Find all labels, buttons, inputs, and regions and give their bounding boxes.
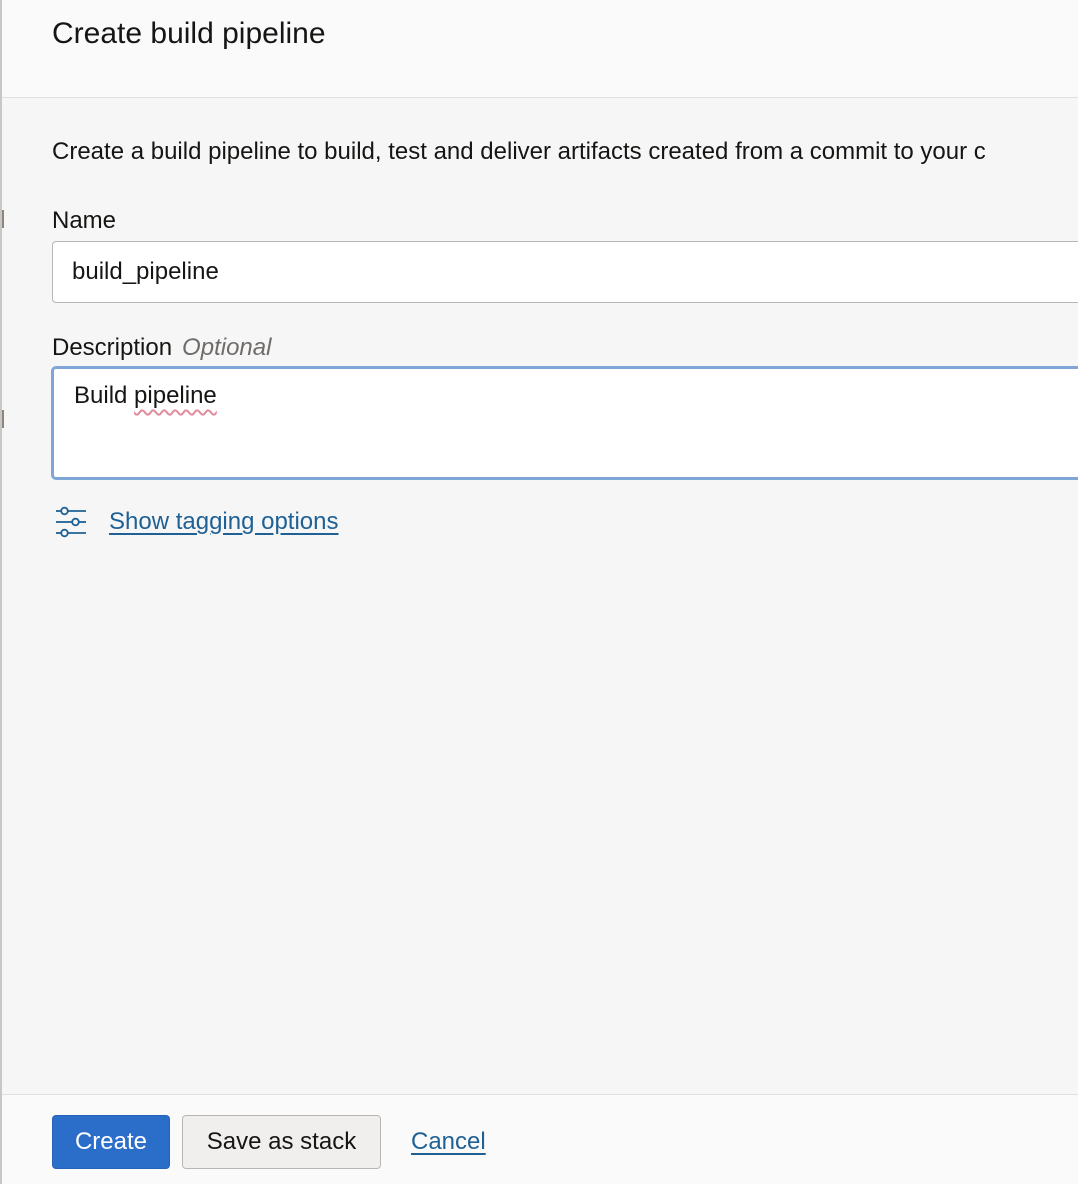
- name-label: Name: [52, 207, 117, 234]
- sliders-icon: [56, 506, 86, 538]
- create-button[interactable]: Create: [52, 1115, 170, 1169]
- description-textarea[interactable]: Build pipeline: [51, 366, 1078, 480]
- show-tagging-options-link[interactable]: Show tagging options: [109, 506, 339, 538]
- name-input[interactable]: [52, 241, 1078, 303]
- panel-header: Create build pipeline: [2, 0, 1078, 98]
- optional-hint: Optional: [182, 334, 272, 361]
- description-value-word: Build: [74, 382, 128, 409]
- left-edge-marker: [2, 410, 4, 428]
- left-edge-marker: [2, 210, 4, 228]
- panel-footer: Create Save as stack Cancel: [2, 1094, 1078, 1184]
- create-pipeline-panel: Create build pipeline Create a build pip…: [0, 0, 1078, 1184]
- intro-text: Create a build pipeline to build, test a…: [52, 138, 986, 165]
- cancel-link[interactable]: Cancel: [411, 1126, 486, 1158]
- description-label: Description: [52, 334, 173, 361]
- save-as-stack-button[interactable]: Save as stack: [182, 1115, 381, 1169]
- page-title: Create build pipeline: [52, 17, 326, 50]
- spellcheck-flagged-word: pipeline: [134, 382, 217, 409]
- tagging-options-row[interactable]: Show tagging options: [54, 504, 339, 540]
- description-value: Build pipeline: [74, 381, 217, 411]
- description-label-row: Description Optional: [52, 333, 271, 363]
